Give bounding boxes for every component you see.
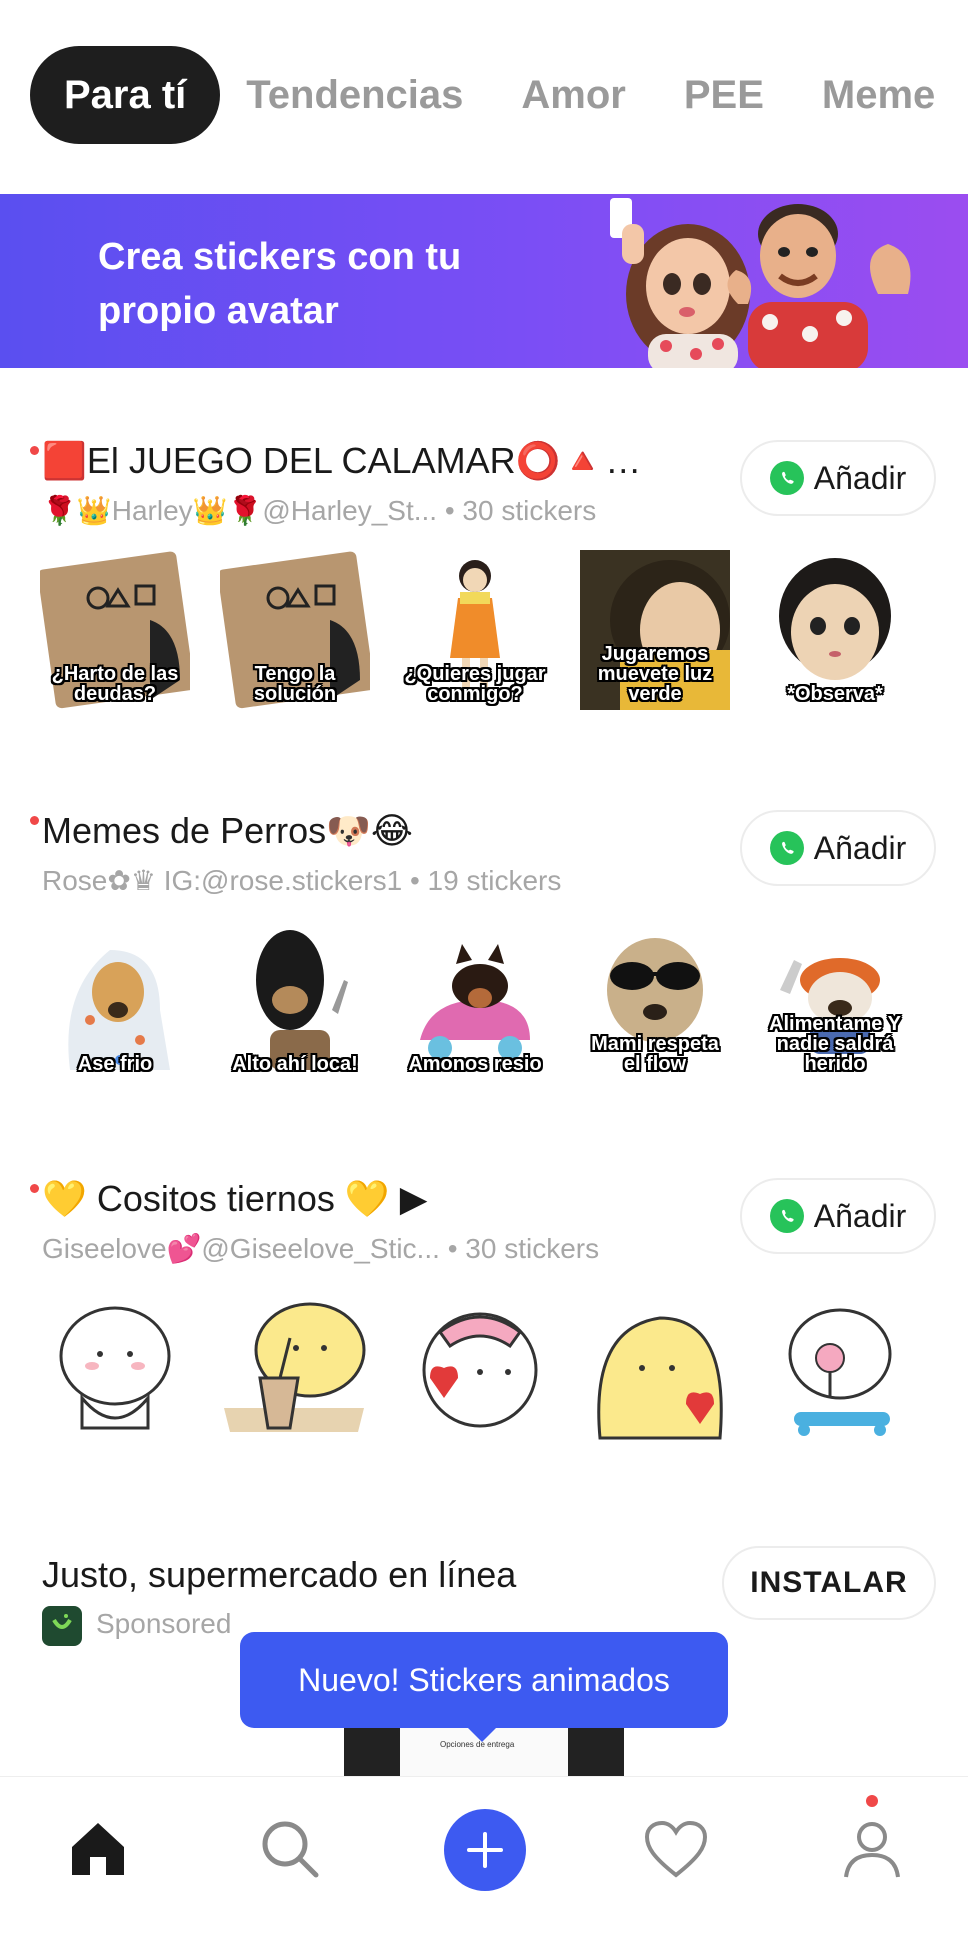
sticker-row: ¿Harto de las deudas? Tengo la solución … bbox=[40, 550, 940, 710]
sticker-caption: ¿Harto de las deudas? bbox=[51, 663, 179, 705]
pack-count: • 30 stickers bbox=[444, 495, 597, 526]
sticker-caption: Alto ahí loca! bbox=[232, 1053, 358, 1075]
sticker-doll-face[interactable]: *Observa* bbox=[760, 550, 910, 710]
new-animated-tooltip[interactable]: Nuevo! Stickers animados bbox=[240, 1632, 728, 1742]
sticker-caption: ¿Quieres jugar conmigo? bbox=[404, 663, 546, 705]
sticker-cute-yellow-drink[interactable] bbox=[220, 1288, 370, 1448]
sticker-card-thumb[interactable]: ¿Harto de las deudas? bbox=[40, 550, 190, 710]
add-to-whatsapp-button[interactable]: Añadir bbox=[740, 810, 936, 886]
sticker-caption: Alimentame Y nadie saldrá herido bbox=[769, 1013, 901, 1075]
sponsored-title[interactable]: Justo, supermercado en línea bbox=[42, 1554, 516, 1596]
tab-tendencias[interactable]: Tendencias bbox=[246, 73, 463, 118]
pack-title: 💛 Cositos tiernos 💛 ▶ bbox=[42, 1178, 428, 1219]
sticker-doll[interactable]: ¿Quieres jugar conmigo? bbox=[400, 550, 550, 710]
heart-icon[interactable] bbox=[636, 1809, 716, 1889]
new-dot bbox=[30, 816, 39, 825]
sticker-dog-glasses[interactable]: Mami respeta el flow bbox=[580, 920, 730, 1080]
sticker-cute-bow-heart[interactable] bbox=[400, 1288, 550, 1448]
sticker-dog-mask[interactable]: Alto ahí loca! bbox=[220, 920, 370, 1080]
tab-memes[interactable]: Meme bbox=[822, 73, 935, 118]
sticker-cute-yellow-heart[interactable] bbox=[580, 1288, 730, 1448]
add-to-whatsapp-button[interactable]: Añadir bbox=[740, 440, 936, 516]
app-logo-icon bbox=[42, 1606, 82, 1646]
home-icon[interactable] bbox=[58, 1809, 138, 1889]
bottom-navigation bbox=[0, 1776, 968, 1946]
sticker-caption: Ase frio bbox=[77, 1053, 153, 1075]
sticker-doll-closeup[interactable]: Jugaremos muevete luz verde bbox=[580, 550, 730, 710]
pack-subtitle: Rose✿♛ IG:@rose.stickers1 • 19 stickers bbox=[42, 864, 561, 897]
sticker-card-thumb[interactable]: Tengo la solución bbox=[220, 550, 370, 710]
sticker-dog-car[interactable]: Amonos resio bbox=[400, 920, 550, 1080]
profile-icon[interactable] bbox=[832, 1809, 912, 1889]
tab-pee[interactable]: PEE bbox=[684, 73, 764, 118]
whatsapp-icon bbox=[769, 1199, 804, 1233]
new-dot bbox=[30, 1184, 39, 1193]
sticker-cute-lollipop[interactable] bbox=[760, 1288, 910, 1448]
search-icon[interactable] bbox=[250, 1809, 330, 1889]
pack-title: 🟥El JUEGO DEL CALAMAR⭕🔺… bbox=[42, 440, 642, 481]
pack-subtitle: 🌹👑Harley👑🌹@Harley_St... • 30 stickers bbox=[42, 494, 596, 527]
pack-author: Rose✿♛ IG:@rose.stickers1 bbox=[42, 865, 403, 896]
notification-dot bbox=[866, 1795, 878, 1807]
avatar-banner[interactable]: Crea stickers con tu propio avatar bbox=[0, 194, 968, 368]
whatsapp-icon bbox=[769, 461, 804, 495]
install-button[interactable]: INSTALAR bbox=[722, 1546, 936, 1620]
add-icon[interactable] bbox=[444, 1809, 526, 1891]
new-dot bbox=[30, 446, 39, 455]
pack-count: • 19 stickers bbox=[409, 865, 562, 896]
pack-author: Giseelove💕@Giseelove_Stic... bbox=[42, 1233, 440, 1264]
add-button-label: Añadir bbox=[813, 829, 907, 866]
pack-author: 🌹👑Harley👑🌹@Harley_St... bbox=[42, 495, 438, 526]
whatsapp-icon bbox=[769, 831, 804, 865]
tab-amor[interactable]: Amor bbox=[521, 73, 625, 118]
avatar-illustration bbox=[610, 198, 911, 368]
pack-title: Memes de Perros🐶😂 bbox=[42, 810, 413, 851]
sticker-caption: *Observa* bbox=[787, 683, 883, 705]
sticker-caption: Tengo la solución bbox=[253, 663, 337, 705]
add-to-whatsapp-button[interactable]: Añadir bbox=[740, 1178, 936, 1254]
sticker-dog-chucky[interactable]: Alimentame Y nadie saldrá herido bbox=[760, 920, 910, 1080]
sticker-dog-blanket[interactable]: Ase frio bbox=[40, 920, 190, 1080]
pack-count: • 30 stickers bbox=[447, 1233, 600, 1264]
sticker-row bbox=[40, 1288, 940, 1448]
sticker-caption: Amonos resio bbox=[408, 1053, 542, 1075]
tab-para-ti[interactable]: Para tí bbox=[30, 46, 221, 144]
banner-line-2: propio avatar bbox=[98, 290, 339, 332]
pack-subtitle: Giseelove💕@Giseelove_Stic... • 30 sticke… bbox=[42, 1232, 599, 1265]
category-tabs: Para tí Tendencias Amor PEE Meme bbox=[30, 46, 968, 144]
sticker-caption: Jugaremos muevete luz verde bbox=[597, 643, 713, 705]
banner-line-1: Crea stickers con tu bbox=[98, 236, 462, 278]
add-button-label: Añadir bbox=[813, 459, 907, 496]
sticker-caption: Mami respeta el flow bbox=[591, 1033, 719, 1075]
sticker-row: Ase frio Alto ahí loca! Amonos resio Mam… bbox=[40, 920, 940, 1080]
sticker-cute-white[interactable] bbox=[40, 1288, 190, 1448]
add-button-label: Añadir bbox=[813, 1197, 907, 1234]
sponsored-label: Sponsored bbox=[96, 1608, 232, 1639]
banner-text: Crea stickers con tu propio avatar bbox=[98, 230, 461, 338]
